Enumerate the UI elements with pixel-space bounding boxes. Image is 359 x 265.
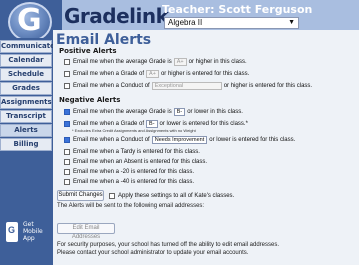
- security-notice-line2: Please contact your school administrator…: [57, 250, 249, 256]
- negative-alert-avg-grade: Email me when the average Grade is B- or…: [64, 107, 243, 116]
- get-mobile-app-link[interactable]: Get Mobile App: [4, 218, 50, 258]
- checkbox-checked[interactable]: [64, 120, 70, 127]
- alert-text: Email me when a -40 is entered for this …: [73, 178, 195, 185]
- grade-select[interactable]: B-: [146, 119, 158, 128]
- checkbox[interactable]: [64, 178, 70, 185]
- alert-text: Email me when a Grade of: [73, 120, 145, 127]
- checkbox[interactable]: [64, 82, 70, 89]
- logo-g-icon: G: [17, 3, 42, 38]
- negative-alert-conduct: Email me when a Conduct of Needs Improve…: [64, 135, 295, 144]
- sidebar: Communicate Calendar Schedule Grades Ass…: [0, 38, 55, 265]
- teacher-name: Teacher: Scott Ferguson: [162, 3, 313, 16]
- grade-select[interactable]: A+: [146, 69, 159, 78]
- negative-alert-absent: Email me when an Absent is entered for t…: [64, 157, 207, 166]
- grade-select[interactable]: B-: [173, 107, 186, 116]
- checkbox[interactable]: [64, 58, 70, 65]
- alert-text: Email me when a Conduct of: [73, 82, 150, 89]
- conduct-select[interactable]: Needs Improvement: [151, 135, 208, 144]
- checkbox-checked[interactable]: [64, 108, 70, 115]
- submit-changes-button[interactable]: Submit Changes: [57, 190, 104, 201]
- main-content: Email Alerts Positive Alerts Email me wh…: [53, 30, 359, 265]
- sidebar-item-communicate[interactable]: Communicate: [0, 40, 55, 53]
- negative-alert-minus20: Email me when a -20 is entered for this …: [64, 167, 194, 176]
- chevron-down-icon: ▼: [288, 19, 295, 26]
- alert-text: or higher is entered for this class.: [223, 82, 313, 89]
- brand-name: Gradelink: [64, 4, 169, 28]
- positive-alerts-heading: Positive Alerts: [59, 47, 117, 55]
- negative-alerts-heading: Negative Alerts: [59, 96, 121, 104]
- checkbox[interactable]: [64, 168, 70, 175]
- sidebar-item-assignments[interactable]: Assignments: [0, 96, 52, 109]
- alert-text: Email me when a Tardy is entered for thi…: [73, 148, 200, 155]
- footnote: * Excludes Extra Credit Assignments and …: [72, 128, 196, 133]
- negative-alert-minus40: Email me when a -40 is entered for this …: [64, 177, 194, 186]
- positive-alert-grade: Email me when a Grade of A+ or higher is…: [64, 69, 249, 78]
- phone-icon: [6, 222, 18, 242]
- sidebar-item-transcript[interactable]: Transcript: [0, 110, 52, 123]
- alert-text: or lower is entered for this class.: [209, 136, 296, 143]
- class-select[interactable]: Algebra II ▼: [164, 17, 299, 29]
- alert-text: Email me when a -20 is entered for this …: [73, 168, 195, 175]
- alert-text: or lower is entered for this class.*: [159, 120, 248, 127]
- sidebar-item-alerts[interactable]: Alerts: [0, 124, 52, 137]
- sidebar-item-calendar[interactable]: Calendar: [0, 54, 52, 67]
- conduct-select[interactable]: Exceptional: [151, 81, 222, 90]
- alert-text: or lower in this class.: [187, 108, 243, 115]
- alert-text: Email me when the average Grade is: [73, 58, 172, 65]
- sidebar-item-schedule[interactable]: Schedule: [0, 68, 52, 81]
- checkbox[interactable]: [64, 70, 70, 77]
- positive-alert-avg-grade: Email me when the average Grade is A+ or…: [64, 57, 247, 66]
- mobile-app-label: Get Mobile App: [23, 221, 43, 242]
- alert-text: Email me when a Grade of: [73, 70, 145, 77]
- checkbox[interactable]: [64, 148, 70, 155]
- page-title: Email Alerts: [56, 32, 152, 48]
- alert-text: or higher in this class.: [188, 58, 247, 65]
- alert-text: Email me when a Conduct of: [73, 136, 150, 143]
- class-select-value: Algebra II: [168, 18, 203, 27]
- sidebar-item-billing[interactable]: Billing: [0, 138, 52, 151]
- checkbox[interactable]: [109, 192, 115, 199]
- apply-all-label: Apply these settings to all of Kate's cl…: [118, 192, 235, 199]
- checkbox-checked[interactable]: [64, 136, 70, 143]
- alert-text: Email me when the average Grade is: [73, 108, 172, 115]
- alert-text: Email me when an Absent is entered for t…: [73, 158, 208, 165]
- apply-all-row: Apply these settings to all of Kate's cl…: [109, 191, 234, 200]
- sent-to-text: The Alerts will be sent to the following…: [57, 203, 205, 209]
- sidebar-item-grades[interactable]: Grades: [0, 82, 52, 95]
- negative-alert-grade: Email me when a Grade of B- or lower is …: [64, 119, 248, 128]
- negative-alert-tardy: Email me when a Tardy is entered for thi…: [64, 147, 200, 156]
- security-notice-line1: For security purposes, your school has t…: [57, 242, 280, 248]
- checkbox[interactable]: [64, 158, 70, 165]
- alert-text: or higher is entered for this class.: [160, 70, 250, 77]
- edit-email-addresses-button[interactable]: Edit Email Addresses: [57, 223, 115, 240]
- grade-select[interactable]: A+: [173, 57, 187, 66]
- positive-alert-conduct: Email me when a Conduct of Exceptional o…: [64, 81, 312, 90]
